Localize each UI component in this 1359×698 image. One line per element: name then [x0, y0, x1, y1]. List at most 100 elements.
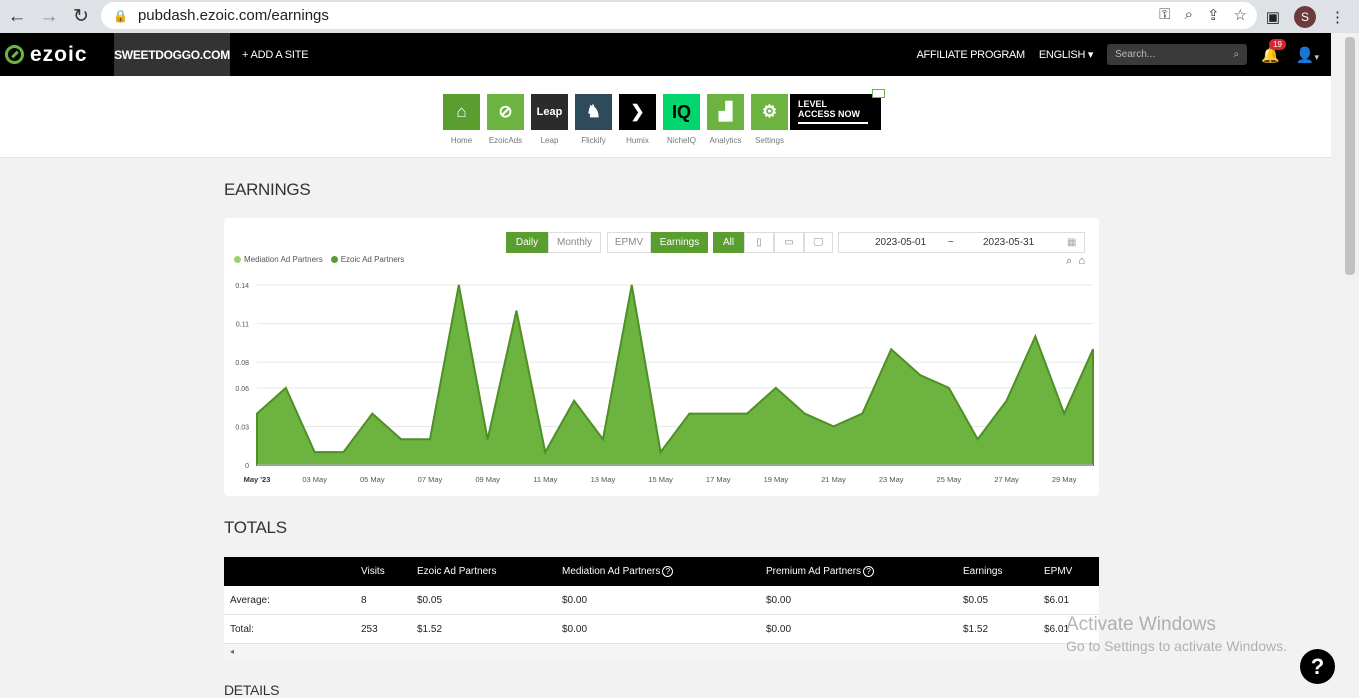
- table-cell: $6.01: [1044, 595, 1070, 606]
- help-button[interactable]: ?: [1300, 649, 1335, 684]
- column-header: Mediation Ad Partners?: [562, 557, 674, 586]
- top-navigation: ezoic SWEETDOGGO.COM + ADD A SITE AFFILI…: [0, 33, 1331, 76]
- address-bar[interactable]: 🔒 pubdash.ezoic.com/earnings ⚿ ⌕ ⇪ ☆: [101, 2, 1257, 29]
- share-icon[interactable]: ⇪: [1207, 6, 1220, 24]
- app-flickify[interactable]: ♞ Flickify: [575, 94, 612, 145]
- desktop-icon[interactable]: 🖵: [804, 232, 833, 253]
- reload-icon[interactable]: ↻: [66, 2, 96, 32]
- table-cell: $0.05: [963, 595, 989, 606]
- app-home[interactable]: ⌂ Home: [443, 94, 480, 145]
- table-cell: $0.00: [766, 595, 792, 606]
- profile-avatar[interactable]: S: [1294, 5, 1316, 28]
- reset-zoom-home-icon[interactable]: ⌂: [1078, 255, 1085, 268]
- table-cell: $0.00: [562, 624, 588, 635]
- add-site-link[interactable]: + ADD A SITE: [242, 49, 309, 61]
- x-tick-label: 27 May: [994, 475, 1019, 484]
- legend-item[interactable]: Mediation Ad Partners: [234, 255, 323, 264]
- app-label: EzoicAds: [488, 136, 523, 145]
- date-start: 2023-05-01: [875, 237, 927, 248]
- url-text: pubdash.ezoic.com/earnings: [137, 7, 329, 24]
- mail-icon[interactable]: [872, 89, 885, 98]
- column-header-label: Earnings: [963, 566, 1003, 577]
- back-icon[interactable]: ←: [2, 2, 32, 32]
- data-point: [342, 451, 345, 453]
- site-selector[interactable]: SWEETDOGGO.COM: [114, 33, 230, 76]
- data-point: [285, 387, 287, 389]
- legend-dot: [330, 256, 338, 263]
- level-banner-line1: LEVEL: [798, 99, 828, 109]
- tablet-icon[interactable]: ▭: [774, 232, 804, 253]
- mobile-icon[interactable]: ▯: [744, 232, 774, 253]
- earnings-button[interactable]: Earnings: [651, 232, 708, 253]
- column-header: Visits: [361, 557, 385, 586]
- data-point: [832, 425, 835, 428]
- data-point: [861, 412, 863, 415]
- x-tick-label: 05 May: [360, 475, 385, 484]
- legend-item[interactable]: Ezoic Ad Partners: [330, 255, 404, 264]
- affiliate-program-link[interactable]: AFFILIATE PROGRAM: [917, 49, 1026, 61]
- totals-title: TOTALS: [224, 518, 287, 537]
- app-bar: ⌂ Home ⊘ EzoicAds Leap Leap ♞ Flickify ❯ Humix IQ N…: [0, 76, 1331, 158]
- analytics-icon: ▟: [707, 94, 744, 130]
- data-point: [400, 438, 402, 440]
- data-point: [371, 412, 373, 415]
- data-point: [775, 387, 777, 389]
- column-header: EPMV: [1044, 557, 1072, 586]
- monthly-button[interactable]: Monthly: [548, 232, 601, 253]
- x-tick-label: 07 May: [418, 475, 443, 484]
- level-access-banner[interactable]: LEVEL ACCESS NOW: [790, 94, 881, 130]
- column-header-label: Mediation Ad Partners: [562, 566, 661, 577]
- app-humix[interactable]: ❯ Humix: [619, 94, 656, 145]
- user-menu[interactable]: 👤▾: [1296, 46, 1319, 64]
- earnings-chart-card: Daily Monthly EPMV Earnings All ▯ ▭ 🖵 20…: [224, 218, 1099, 496]
- user-icon: 👤: [1295, 46, 1315, 64]
- all-devices-button[interactable]: All: [713, 232, 744, 253]
- key-icon[interactable]: ⚿: [1159, 6, 1170, 24]
- table-cell: 8: [361, 595, 367, 606]
- y-tick-label: 0.11: [236, 322, 249, 329]
- column-header-label: Ezoic Ad Partners: [417, 566, 497, 577]
- zoom-icon[interactable]: ⌕: [1185, 6, 1193, 24]
- totals-table: Visits Ezoic Ad Partners Mediation Ad Part…: [224, 557, 1099, 658]
- ezoic-logo[interactable]: ezoic: [0, 43, 114, 67]
- x-tick-label: May '23: [244, 475, 271, 484]
- language-dropdown[interactable]: ENGLISH ▾: [1039, 48, 1094, 61]
- nicheiq-icon: IQ: [663, 94, 700, 130]
- date-range-picker[interactable]: 2023-05-01 ~ 2023-05-31 ▦: [838, 232, 1085, 253]
- help-circle-icon[interactable]: ?: [863, 566, 875, 577]
- x-tick-label: 29 May: [1052, 475, 1077, 484]
- data-point: [688, 412, 691, 415]
- app-analytics[interactable]: ▟ Analytics: [707, 94, 744, 145]
- forward-icon[interactable]: →: [34, 2, 64, 32]
- x-tick-label: 11 May: [533, 475, 557, 484]
- app-ezoicads[interactable]: ⊘ EzoicAds: [487, 94, 524, 145]
- y-tick-label: 0: [245, 463, 249, 470]
- sidepanel-icon[interactable]: ▣: [1266, 8, 1280, 26]
- data-point: [1034, 335, 1036, 338]
- app-nicheiq[interactable]: IQ NicheIQ: [663, 94, 700, 145]
- epmv-button[interactable]: EPMV: [607, 232, 651, 253]
- ezoic-logo-icon: [5, 45, 24, 64]
- search-input[interactable]: Search... ⌕: [1107, 44, 1248, 65]
- help-circle-icon[interactable]: ?: [662, 566, 674, 577]
- data-point: [1063, 412, 1065, 415]
- notifications-bell[interactable]: 🔔 19: [1261, 38, 1286, 64]
- caret-down-icon: ▾: [1314, 51, 1319, 62]
- menu-icon[interactable]: ⋮: [1330, 8, 1345, 26]
- x-tick-label: 25 May: [937, 475, 962, 484]
- data-point: [977, 438, 979, 440]
- app-leap[interactable]: Leap Leap: [531, 94, 568, 145]
- app-settings[interactable]: ⚙ Settings: [751, 94, 788, 145]
- zoom-in-icon[interactable]: ⌕: [1066, 255, 1072, 268]
- star-icon[interactable]: ☆: [1234, 6, 1247, 24]
- vertical-scrollbar[interactable]: [1331, 33, 1359, 688]
- date-separator: ~: [948, 237, 954, 248]
- row-label: Total:: [230, 624, 254, 635]
- legend-dot: [234, 256, 241, 263]
- notification-count-badge: 19: [1269, 38, 1286, 50]
- app-label: Settings: [755, 136, 784, 145]
- legend-label: Mediation Ad Partners: [244, 255, 323, 264]
- daily-button[interactable]: Daily: [506, 232, 548, 253]
- data-point: [746, 412, 748, 415]
- horizontal-scrollbar[interactable]: ◂: [224, 644, 1099, 658]
